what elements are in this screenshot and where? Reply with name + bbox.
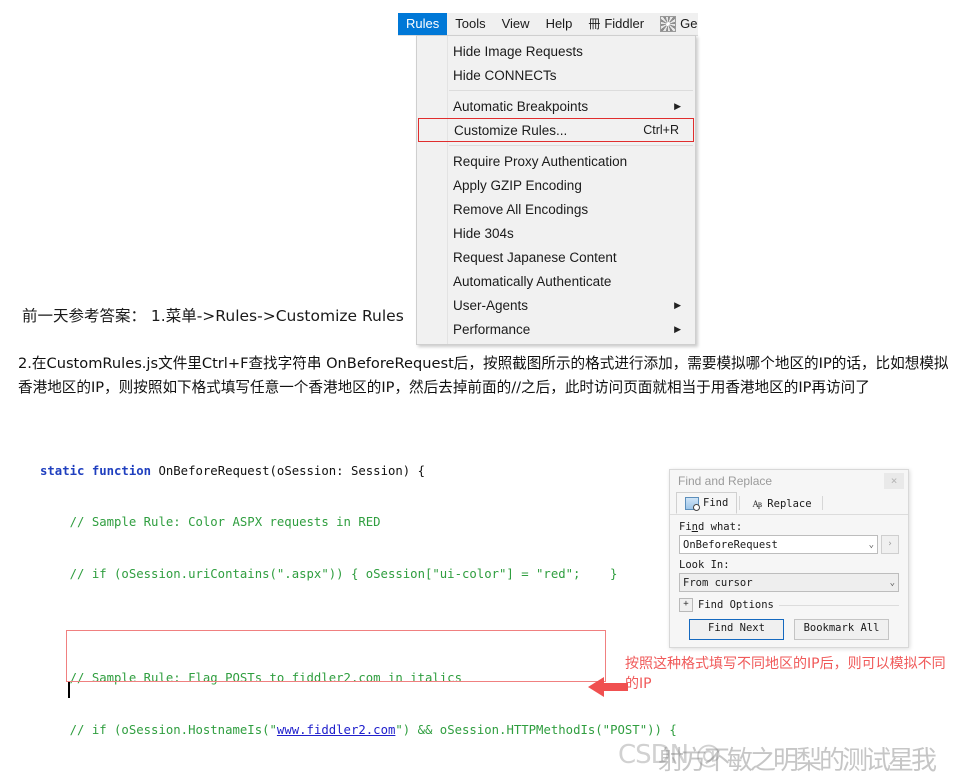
red-annotation-text: 按照这种格式填写不同地区的IP后，则可以模拟不同的IP: [625, 656, 946, 692]
look-in-label: Look In:: [679, 559, 730, 571]
fiddler2-link[interactable]: www.fiddler2.com: [277, 723, 395, 737]
chevron-right-icon: ▶: [674, 100, 681, 111]
chevron-down-icon[interactable]: ⌄: [887, 578, 895, 588]
menu-item-label: Hide 304s: [453, 225, 514, 241]
look-in-select[interactable]: From cursor ⌄: [679, 573, 899, 592]
menu-item-label: Hide CONNECTs: [453, 67, 557, 83]
tab-label: Replace: [767, 498, 812, 510]
menu-bar: Rules Tools View Help 冊 Fiddler Geo: [398, 13, 698, 36]
button-label: Bookmark All: [803, 622, 880, 634]
menu-item-hide-connects[interactable]: Hide CONNECTs: [417, 63, 695, 87]
code-line: // if (oSession.HostnameIs("www.fiddler2…: [40, 723, 677, 738]
instruction-paragraph: 2.在CustomRules.js文件里Ctrl+F查找字符串 OnBefore…: [18, 355, 949, 396]
dialog-tabs: Find A͓ʙ Replace: [670, 492, 908, 515]
previous-answer-line: 前一天参考答案： 1.菜单->Rules->Customize Rules: [22, 307, 404, 325]
replace-icon: A͓ʙ: [752, 498, 762, 509]
menubar-item-rules[interactable]: Rules: [398, 13, 448, 35]
menubar-item-fiddler[interactable]: 冊 Fiddler: [580, 13, 652, 35]
dialog-buttons: Find Next Bookmark All: [679, 619, 899, 640]
dialog-title-bar: Find and Replace ×: [670, 470, 908, 492]
menubar-item-geo[interactable]: Geo: [652, 13, 698, 35]
menu-item-automatically-authenticate[interactable]: Automatically Authenticate: [417, 269, 695, 293]
menu-separator: [449, 90, 693, 91]
find-options-label: Find Options: [698, 599, 774, 611]
find-what-row: OnBeforeRequest ⌄ ›: [679, 535, 899, 554]
menu-item-label: User-Agents: [453, 297, 529, 313]
tab-divider: [821, 496, 823, 510]
menu-item-performance[interactable]: Performance ▶: [417, 317, 695, 341]
text-caret: [68, 682, 70, 698]
chevron-down-icon[interactable]: ⌄: [866, 540, 874, 550]
find-what-value: OnBeforeRequest: [683, 538, 778, 551]
look-in-row: From cursor ⌄: [679, 573, 899, 592]
watermark-cn-text: 射方不敏之明梨的测试星我: [658, 746, 937, 776]
geo-icon: [660, 16, 677, 32]
menu-item-request-japanese-content[interactable]: Request Japanese Content: [417, 245, 695, 269]
red-arrow-icon: [588, 677, 628, 697]
menu-item-label: Remove All Encodings: [453, 201, 589, 217]
menu-item-label: Automatic Breakpoints: [453, 98, 589, 114]
menubar-item-label: View: [501, 16, 530, 31]
tab-label: Find: [703, 497, 729, 509]
find-what-label: Find what:: [679, 521, 743, 533]
menubar-item-label: Rules: [406, 16, 440, 31]
find-options-section[interactable]: + Find Options: [679, 598, 899, 612]
tab-divider: [739, 496, 741, 510]
menu-item-remove-all-encodings[interactable]: Remove All Encodings: [417, 197, 695, 221]
button-label: Find Next: [708, 622, 765, 634]
chevron-right-icon: ▶: [674, 299, 681, 310]
menu-item-label: Require Proxy Authentication: [453, 153, 628, 169]
menu-item-label: Hide Image Requests: [453, 43, 583, 59]
menubar-item-tools[interactable]: Tools: [447, 13, 493, 35]
find-what-input[interactable]: OnBeforeRequest ⌄: [679, 535, 878, 554]
menu-item-hide-image-requests[interactable]: Hide Image Requests: [417, 39, 695, 63]
menubar-item-label: Geo: [680, 16, 698, 31]
dialog-body: Find what: OnBeforeRequest ⌄ › Look In: …: [670, 515, 908, 640]
menu-item-automatic-breakpoints[interactable]: Automatic Breakpoints ▶: [417, 94, 695, 118]
tab-replace[interactable]: A͓ʙ Replace: [742, 494, 819, 514]
fiddler-menu-area: Rules Tools View Help 冊 Fiddler Geo Hide…: [398, 13, 698, 345]
menu-separator: [449, 145, 693, 146]
find-icon: [685, 496, 700, 511]
close-icon[interactable]: ×: [884, 473, 904, 489]
look-in-value: From cursor: [683, 576, 753, 589]
dialog-title: Find and Replace: [678, 474, 773, 488]
csdn-watermark: CSDN @ 射方不敏之明梨的测试星我: [618, 740, 937, 776]
menu-item-shortcut: Ctrl+R: [643, 123, 679, 137]
menu-item-label: Customize Rules...: [454, 122, 568, 138]
menu-item-label: Request Japanese Content: [453, 249, 617, 265]
find-and-replace-dialog: Find and Replace × Find A͓ʙ Replace Find…: [669, 469, 909, 648]
menu-item-label: Apply GZIP Encoding: [453, 177, 582, 193]
chevron-right-icon: ▶: [674, 323, 681, 334]
tab-find[interactable]: Find: [676, 492, 738, 514]
menu-item-require-proxy-authentication[interactable]: Require Proxy Authentication: [417, 149, 695, 173]
menubar-item-label: Fiddler: [604, 16, 645, 31]
menu-item-customize-rules[interactable]: Customize Rules... Ctrl+R: [418, 118, 694, 142]
menubar-item-label: Help: [545, 16, 573, 31]
book-glyph-icon: 冊: [588, 17, 601, 31]
menu-item-hide-304s[interactable]: Hide 304s: [417, 221, 695, 245]
menu-item-label: Automatically Authenticate: [453, 273, 612, 289]
menu-item-apply-gzip-encoding[interactable]: Apply GZIP Encoding: [417, 173, 695, 197]
bookmark-all-button[interactable]: Bookmark All: [794, 619, 889, 640]
expand-icon[interactable]: +: [679, 598, 693, 612]
find-next-button[interactable]: Find Next: [689, 619, 784, 640]
rules-dropdown-menu: Hide Image Requests Hide CONNECTs Automa…: [416, 35, 696, 345]
menubar-item-view[interactable]: View: [494, 13, 538, 35]
menubar-item-label: Tools: [455, 16, 486, 31]
section-divider: [778, 604, 899, 606]
menubar-item-help[interactable]: Help: [538, 13, 581, 35]
menu-item-label: Performance: [453, 321, 531, 337]
menu-item-user-agents[interactable]: User-Agents ▶: [417, 293, 695, 317]
expression-builder-button[interactable]: ›: [881, 535, 899, 554]
